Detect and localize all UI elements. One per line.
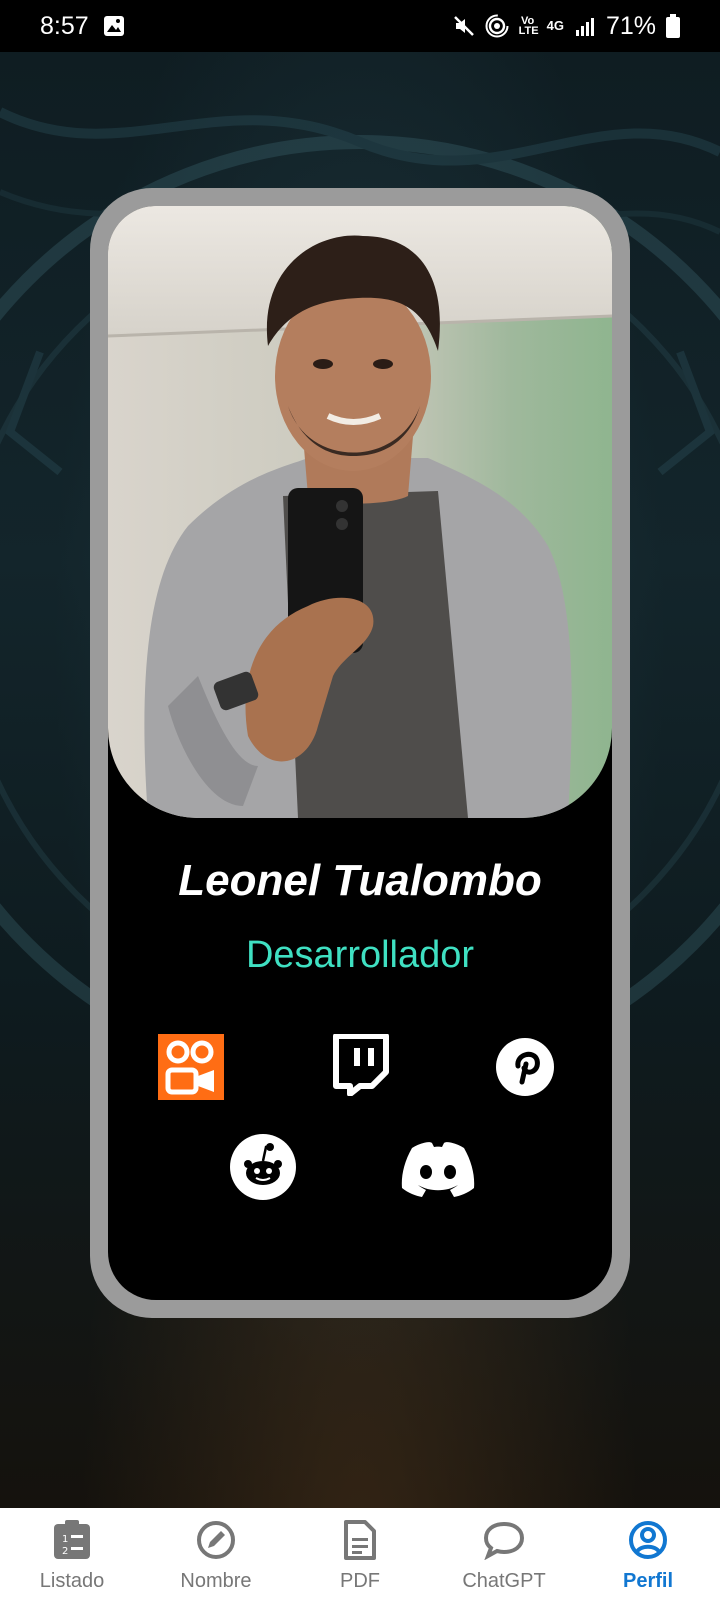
mute-icon: [453, 15, 475, 37]
network-type: 4G: [546, 18, 564, 33]
profile-card-inner: Leonel Tualombo Desarrollador: [108, 206, 612, 1300]
nav-label-listado: Listado: [39, 1570, 105, 1592]
chat-icon: [483, 1521, 525, 1560]
reddit-icon[interactable]: [230, 1134, 296, 1200]
nav-item-perfil[interactable]: Perfil: [576, 1508, 720, 1600]
volte-label: Vo LTE: [518, 15, 539, 37]
battery-percent: 71%: [605, 11, 656, 40]
bottom-navigation: 1 2 Listado Nombre PDF ChatGPT Perfil: [0, 1508, 720, 1600]
profile-photo: [108, 206, 612, 818]
nav-label-pdf: PDF: [340, 1570, 380, 1592]
signal-icon: [574, 15, 596, 37]
profile-name: Leonel Tualombo: [178, 856, 542, 905]
svg-text:2: 2: [62, 1546, 68, 1557]
svg-text:1: 1: [62, 1534, 68, 1545]
nav-label-perfil: Perfil: [622, 1570, 674, 1592]
list-icon: 1 2: [54, 1520, 90, 1559]
twitch-icon[interactable]: [330, 1034, 390, 1096]
pinterest-icon[interactable]: [496, 1038, 554, 1096]
edit-icon: [197, 1521, 235, 1559]
nav-item-pdf[interactable]: PDF: [288, 1508, 432, 1600]
document-icon: [344, 1520, 376, 1560]
discord-icon[interactable]: [400, 1140, 476, 1198]
profile-icon: [629, 1521, 667, 1559]
nav-item-nombre[interactable]: Nombre: [144, 1508, 288, 1600]
status-bar: 8:57 Vo LTE 4G 71%: [0, 0, 720, 52]
gallery-notification-icon: [103, 15, 125, 37]
nav-label-nombre: Nombre: [180, 1570, 252, 1592]
nav-item-chatgpt[interactable]: ChatGPT: [432, 1508, 576, 1600]
nav-item-listado[interactable]: 1 2 Listado: [0, 1508, 144, 1600]
profile-card: Leonel Tualombo Desarrollador: [90, 188, 630, 1318]
battery-icon: [666, 14, 680, 38]
profile-role: Desarrollador: [245, 934, 475, 976]
kuaishou-icon[interactable]: [158, 1034, 224, 1100]
status-time: 8:57: [40, 11, 89, 40]
hotspot-icon: [485, 14, 509, 38]
nav-label-chatgpt: ChatGPT: [462, 1570, 546, 1592]
